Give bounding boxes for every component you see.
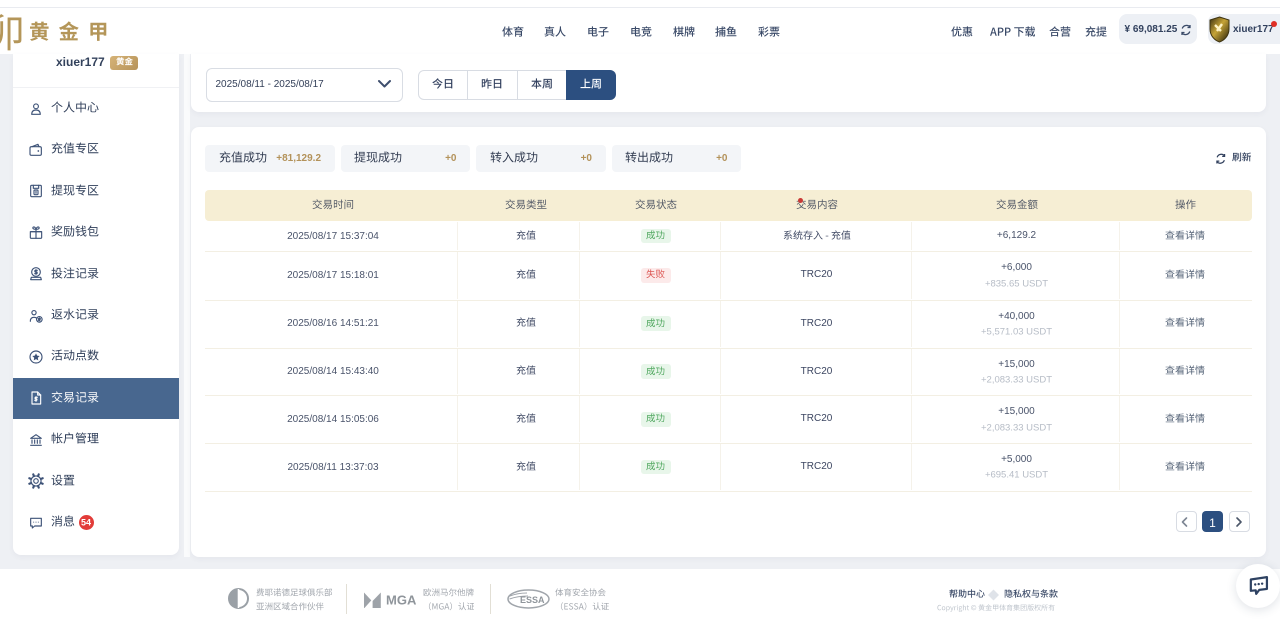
svg-text:ESSA: ESSA bbox=[520, 595, 545, 605]
